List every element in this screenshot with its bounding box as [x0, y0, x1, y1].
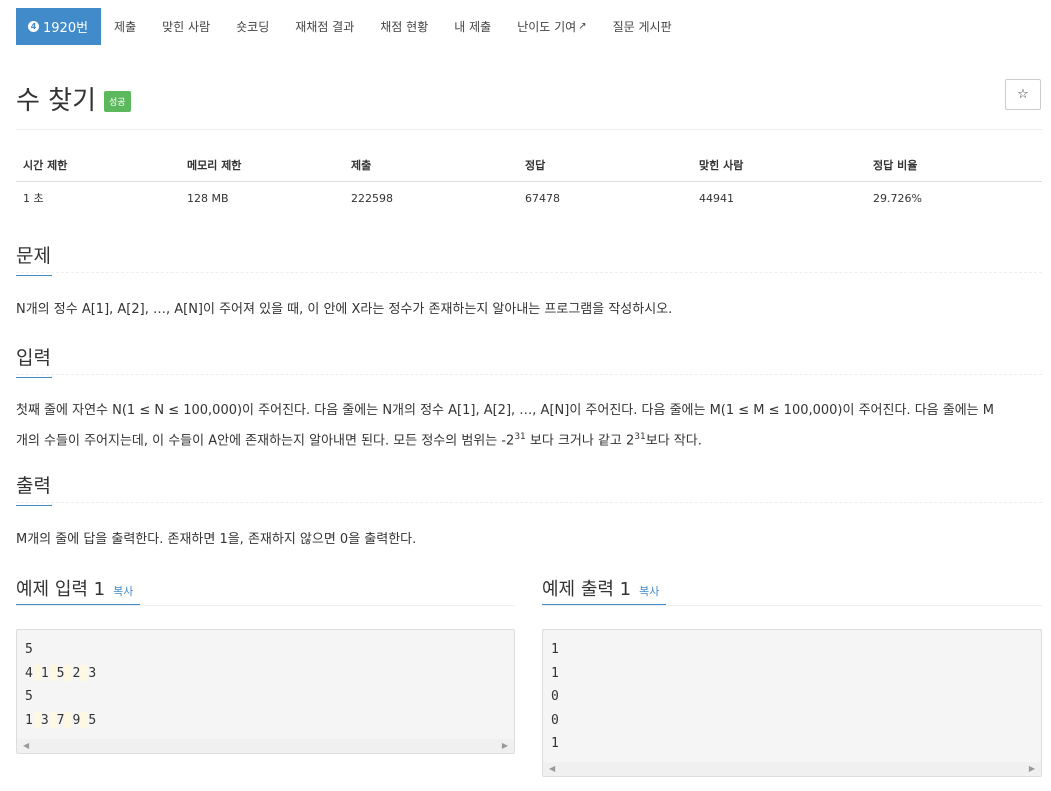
exponent: 31	[634, 432, 646, 442]
time-limit-value: 1 초	[23, 192, 44, 205]
header-submissions: 제출	[344, 149, 518, 182]
sample-input-line: 5	[25, 642, 33, 657]
input-description: 첫째 줄에 자연수 N(1 ≤ N ≤ 100,000)이 주어진다. 다음 줄…	[16, 397, 1046, 454]
tab-short-coding[interactable]: 숏코딩	[223, 8, 282, 45]
input-text-part: 보다 작다.	[645, 433, 702, 449]
output-heading-text: 출력	[16, 475, 51, 497]
header-accepted: 정답	[518, 149, 692, 182]
scroll-left-icon[interactable]: ◀	[549, 764, 555, 773]
problem-number-label: 1920번	[43, 21, 89, 36]
sample-output-title: 예제 출력 1	[542, 579, 632, 600]
sample-input-line: 13795	[25, 712, 97, 728]
submissions-value: 222598	[351, 191, 393, 205]
sample-output-heading: 예제 출력 1 복사	[542, 575, 659, 601]
problem-description: N개의 정수 A[1], A[2], …, A[N]이 주어져 있을 때, 이 …	[16, 302, 673, 317]
problem-info-table: 시간 제한 메모리 제한 제출 정답 맞힌 사람 정답 비율 1 초 128 M…	[16, 149, 1042, 214]
tab-difficulty-label: 난이도 기여	[517, 20, 577, 34]
tab-submit[interactable]: 제출	[101, 8, 149, 45]
exponent: 31	[514, 432, 526, 442]
heading-underline	[16, 377, 52, 378]
favorite-button[interactable]: ☆	[1005, 79, 1041, 110]
output-heading: 출력	[16, 471, 52, 506]
whitespace-marker	[80, 665, 89, 681]
sample-input-line: 41523	[25, 665, 97, 681]
header-time-limit: 시간 제한	[16, 149, 180, 182]
star-icon: ☆	[1017, 87, 1029, 102]
sample-input-title: 예제 입력 1	[16, 579, 106, 600]
page-title: 수 찾기	[16, 86, 97, 116]
status-badge: 성공	[104, 91, 131, 112]
input-text-part: 보다 크거나 같고 2	[525, 433, 635, 449]
tab-rejudge-results[interactable]: 재채점 결과	[282, 8, 367, 45]
problem-number-tab[interactable]: 4 1920번	[16, 8, 102, 45]
tab-solved-users[interactable]: 맞힌 사람	[149, 8, 223, 45]
copy-sample-output-button[interactable]: 복사	[639, 583, 659, 599]
divider	[16, 502, 1042, 503]
sample-output-box: 1 1 0 0 1 ◀ ▶	[542, 629, 1042, 777]
title-row: 수 찾기 성공	[16, 80, 131, 117]
accepted-value: 67478	[525, 191, 560, 205]
problem-nav: 4 1920번 제출 맞힌 사람 숏코딩 재채점 결과 채점 현황 내 제출 난…	[16, 8, 685, 45]
tab-my-submissions[interactable]: 내 제출	[441, 8, 504, 45]
sample-output-code: 1 1 0 0 1	[543, 630, 1041, 756]
input-heading-text: 입력	[16, 347, 51, 369]
tab-difficulty-contribution[interactable]: 난이도 기여 ↗	[504, 8, 599, 45]
header-solved-users: 맞힌 사람	[692, 149, 866, 182]
divider	[16, 605, 515, 606]
table-row: 1 초 128 MB 222598 67478 44941 29.726%	[16, 182, 1042, 215]
copy-sample-input-button[interactable]: 복사	[113, 583, 133, 599]
divider	[16, 374, 1042, 375]
horizontal-scrollbar[interactable]: ◀ ▶	[543, 762, 1041, 776]
sample-input-code: 5 41523 5 13795	[17, 630, 514, 732]
whitespace-marker	[32, 665, 41, 681]
whitespace-marker	[80, 712, 89, 728]
scroll-right-icon[interactable]: ▶	[1029, 764, 1035, 773]
sample-output-line: 1	[551, 665, 559, 681]
header-memory-limit: 메모리 제한	[180, 149, 344, 182]
sample-input-line: 5	[25, 689, 33, 704]
whitespace-marker	[48, 665, 57, 681]
input-text-line-2: 개의 수들이 주어지는데, 이 수들이 A안에 존재하는지 알아내면 된다. 모…	[16, 424, 1046, 454]
whitespace-marker	[48, 712, 57, 728]
tier-icon: 4	[28, 21, 39, 32]
whitespace-marker	[32, 712, 41, 728]
tab-status[interactable]: 채점 현황	[367, 8, 441, 45]
problem-heading-text: 문제	[16, 245, 51, 267]
external-link-icon: ↗	[578, 21, 587, 32]
memory-limit-value: 128 MB	[187, 191, 229, 205]
table-header-row: 시간 제한 메모리 제한 제출 정답 맞힌 사람 정답 비율	[16, 149, 1042, 182]
heading-underline	[16, 505, 52, 506]
sample-output-line: 0	[551, 712, 559, 728]
input-text-part: 개의 수들이 주어지는데, 이 수들이 A안에 존재하는지 알아내면 된다. 모…	[16, 433, 515, 449]
sample-input-heading: 예제 입력 1 복사	[16, 575, 133, 601]
horizontal-scrollbar[interactable]: ◀ ▶	[17, 739, 514, 753]
sample-input-box: 5 41523 5 13795 ◀ ▶	[16, 629, 515, 754]
divider	[542, 605, 1042, 606]
accept-ratio-value: 29.726%	[873, 191, 922, 205]
whitespace-marker	[64, 712, 73, 728]
scroll-left-icon[interactable]: ◀	[23, 741, 29, 750]
tab-question-board[interactable]: 질문 게시판	[600, 8, 685, 45]
problem-heading: 문제	[16, 241, 52, 276]
solved-users-value: 44941	[699, 191, 734, 205]
sample-output-line: 1	[551, 736, 559, 751]
whitespace-marker	[64, 665, 73, 681]
input-text-line-1: 첫째 줄에 자연수 N(1 ≤ N ≤ 100,000)이 주어진다. 다음 줄…	[16, 403, 994, 418]
heading-underline	[16, 275, 52, 276]
sample-output-line: 1	[551, 642, 559, 657]
divider	[16, 272, 1042, 273]
divider	[16, 129, 1042, 130]
input-heading: 입력	[16, 343, 52, 378]
sample-output-line: 0	[551, 689, 559, 704]
header-accept-ratio: 정답 비율	[866, 149, 1042, 182]
scroll-right-icon[interactable]: ▶	[502, 741, 508, 750]
output-description: M개의 줄에 답을 출력한다. 존재하면 1을, 존재하지 않으면 0을 출력한…	[16, 532, 417, 547]
